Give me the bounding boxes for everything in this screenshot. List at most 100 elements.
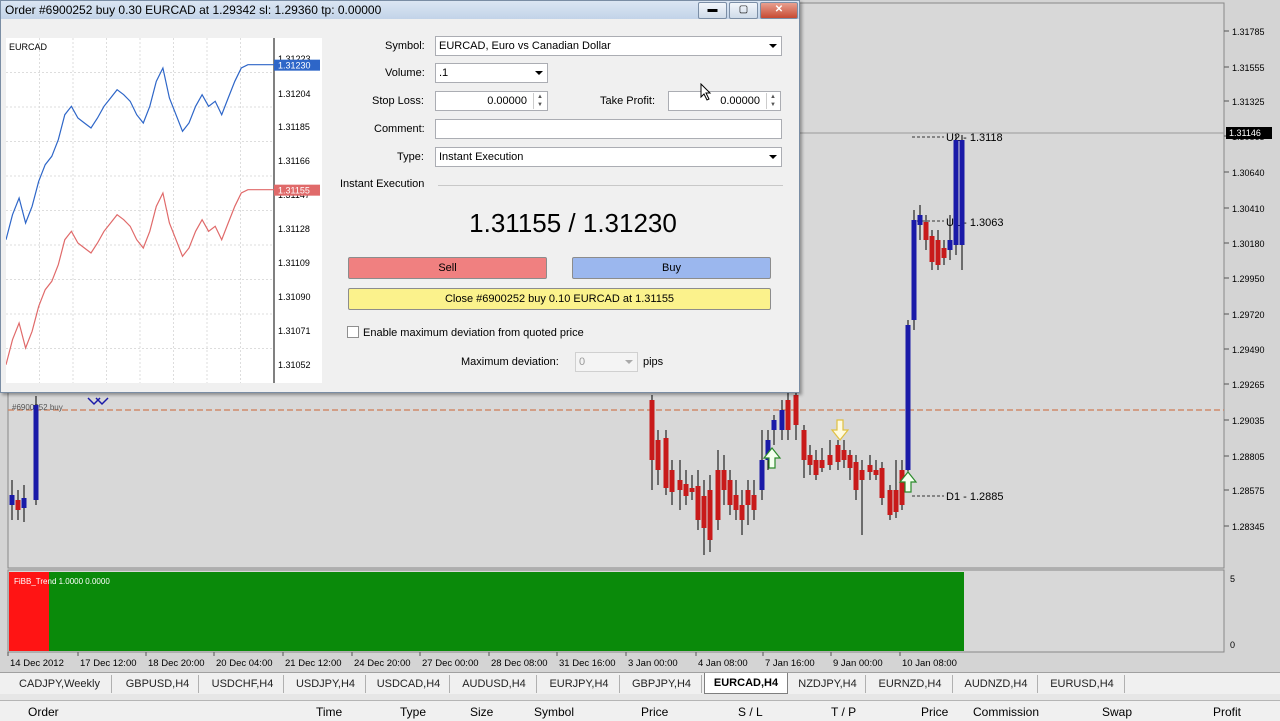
tab-usdchf-h4[interactable]: USDCHF,H4 bbox=[202, 675, 284, 693]
tick-chart-price-label: 1.31071 bbox=[278, 326, 311, 336]
indicator-label: FiBB_Trend 1.0000 0.0000 bbox=[14, 577, 110, 586]
column-header-type[interactable]: Type bbox=[400, 705, 426, 719]
column-header-s-l[interactable]: S / L bbox=[738, 705, 763, 719]
candle-body bbox=[947, 240, 953, 250]
date-axis-label: 14 Dec 2012 bbox=[10, 658, 64, 669]
candle-body bbox=[9, 495, 15, 505]
symbol-select[interactable]: EURCAD, Euro vs Canadian Dollar bbox=[435, 36, 782, 56]
column-header-price[interactable]: Price bbox=[921, 705, 948, 719]
candle-body bbox=[739, 505, 745, 520]
candle-body bbox=[689, 488, 695, 492]
deviation-checkbox-label[interactable]: Enable maximum deviation from quoted pri… bbox=[363, 327, 584, 339]
chevron-down-icon bbox=[625, 360, 633, 364]
column-header-time[interactable]: Time bbox=[316, 705, 342, 719]
date-axis-label: 10 Jan 08:00 bbox=[902, 658, 957, 669]
candle-body bbox=[941, 248, 947, 258]
date-axis-label: 28 Dec 08:00 bbox=[491, 658, 548, 669]
dialog-titlebar[interactable]: Order #6900252 buy 0.30 EURCAD at 1.2934… bbox=[1, 1, 799, 19]
close-position-button[interactable]: Close #6900252 buy 0.10 EURCAD at 1.3115… bbox=[348, 288, 771, 310]
candle-body bbox=[707, 490, 713, 540]
sell-button[interactable]: Sell bbox=[348, 257, 547, 279]
tab-usdjpy-h4[interactable]: USDJPY,H4 bbox=[286, 675, 366, 693]
column-header-size[interactable]: Size bbox=[470, 705, 493, 719]
candle-body bbox=[873, 470, 879, 475]
candle-body bbox=[923, 222, 929, 240]
candle-body bbox=[771, 420, 777, 430]
tab-eurjpy-h4[interactable]: EURJPY,H4 bbox=[539, 675, 620, 693]
tab-eurnzd-h4[interactable]: EURNZD,H4 bbox=[868, 675, 953, 693]
column-header-swap[interactable]: Swap bbox=[1102, 705, 1132, 719]
take-profit-input[interactable]: 0.00000 ▲ ▼ bbox=[668, 91, 781, 111]
stop-loss-value: 0.00000 bbox=[487, 95, 527, 107]
spin-down-icon[interactable]: ▼ bbox=[534, 101, 546, 109]
column-header-order[interactable]: Order bbox=[28, 705, 59, 719]
tab-eurcad-h4[interactable]: EURCAD,H4 bbox=[704, 673, 788, 694]
take-profit-value: 0.00000 bbox=[720, 95, 760, 107]
order-type-select[interactable]: Instant Execution bbox=[435, 147, 782, 167]
volume-input[interactable]: .1 bbox=[435, 63, 548, 83]
column-header-profit[interactable]: Profit bbox=[1213, 705, 1241, 719]
candle-body bbox=[793, 395, 799, 425]
tab-eurusd-h4[interactable]: EURUSD,H4 bbox=[1040, 675, 1125, 693]
ask-badge-label: 1.31230 bbox=[278, 61, 311, 71]
maximize-icon[interactable]: ▢ bbox=[729, 2, 758, 19]
candle-body bbox=[879, 468, 885, 498]
candle-body bbox=[935, 240, 941, 265]
column-header-commission[interactable]: Commission bbox=[973, 705, 1039, 719]
close-icon[interactable]: ✕ bbox=[760, 2, 798, 19]
mouse-cursor-icon bbox=[700, 83, 712, 101]
spin-up-icon[interactable]: ▲ bbox=[767, 93, 779, 101]
terminal-table-header: Order Time Type Size Symbol Price S / L T / P Pr… bbox=[0, 700, 1280, 721]
price-axis-label: 1.28805 bbox=[1232, 452, 1265, 462]
chevron-down-icon[interactable] bbox=[535, 71, 543, 75]
price-axis-label: 1.30640 bbox=[1232, 168, 1265, 178]
candle-body bbox=[683, 484, 689, 496]
tab-cadjpy-weekly[interactable]: CADJPY,Weekly bbox=[8, 675, 112, 693]
candle-body bbox=[929, 236, 935, 262]
indicator-axis-bottom: 0 bbox=[1230, 640, 1235, 650]
price-axis-label: 1.29265 bbox=[1232, 380, 1265, 390]
minimize-icon[interactable]: ▬ bbox=[698, 2, 727, 19]
candle-body bbox=[733, 495, 739, 510]
deviation-checkbox[interactable] bbox=[347, 326, 359, 338]
column-header-price[interactable]: Price bbox=[641, 705, 668, 719]
tab-audusd-h4[interactable]: AUDUSD,H4 bbox=[452, 675, 537, 693]
date-axis-label: 18 Dec 20:00 bbox=[148, 658, 205, 669]
price-axis-label: 1.29950 bbox=[1232, 274, 1265, 284]
candle-body bbox=[905, 325, 911, 470]
chart-tabs: CADJPY,Weekly GBPUSD,H4 USDCHF,H4 USDJPY,H4… bbox=[0, 672, 1280, 694]
tab-gbpjpy-h4[interactable]: GBPJPY,H4 bbox=[622, 675, 702, 693]
candle-body bbox=[887, 490, 893, 515]
candle-body bbox=[779, 410, 785, 430]
price-axis-label: 1.30410 bbox=[1232, 204, 1265, 214]
column-header-symbol[interactable]: Symbol bbox=[534, 705, 574, 719]
stop-loss-label: Stop Loss: bbox=[372, 95, 424, 107]
tab-usdcad-h4[interactable]: USDCAD,H4 bbox=[368, 675, 450, 693]
date-axis-label: 24 Dec 20:00 bbox=[354, 658, 411, 669]
type-label: Type: bbox=[397, 151, 424, 163]
take-profit-spinner[interactable]: ▲ ▼ bbox=[766, 93, 779, 109]
column-header-t-p[interactable]: T / P bbox=[831, 705, 856, 719]
spin-up-icon[interactable]: ▲ bbox=[534, 93, 546, 101]
tab-gbpusd-h4[interactable]: GBPUSD,H4 bbox=[117, 675, 199, 693]
candle-body bbox=[759, 460, 765, 490]
dialog-title: Order #6900252 buy 0.30 EURCAD at 1.2934… bbox=[5, 3, 382, 17]
order-dialog: Order #6900252 buy 0.30 EURCAD at 1.2934… bbox=[0, 0, 800, 393]
candle-body bbox=[33, 405, 39, 500]
stop-loss-input[interactable]: 0.00000 ▲ ▼ bbox=[435, 91, 548, 111]
indicator-axis-top: 5 bbox=[1230, 574, 1235, 584]
price-axis-label: 1.28345 bbox=[1232, 522, 1265, 532]
date-axis-label: 31 Dec 16:00 bbox=[559, 658, 616, 669]
tick-chart-price-label: 1.31128 bbox=[278, 224, 310, 234]
tab-nzdjpy-h4[interactable]: NZDJPY,H4 bbox=[790, 675, 866, 693]
candle-body bbox=[893, 490, 899, 512]
max-deviation-input[interactable]: 0 bbox=[575, 352, 638, 372]
tick-chart-price-label: 1.31109 bbox=[278, 258, 310, 268]
stop-loss-spinner[interactable]: ▲ ▼ bbox=[533, 93, 546, 109]
comment-input[interactable] bbox=[435, 119, 782, 139]
buy-button[interactable]: Buy bbox=[572, 257, 771, 279]
price-axis-label: 1.31785 bbox=[1232, 27, 1265, 37]
tab-audnzd-h4[interactable]: AUDNZD,H4 bbox=[955, 675, 1038, 693]
spin-down-icon[interactable]: ▼ bbox=[767, 101, 779, 109]
candle-body bbox=[801, 430, 807, 460]
